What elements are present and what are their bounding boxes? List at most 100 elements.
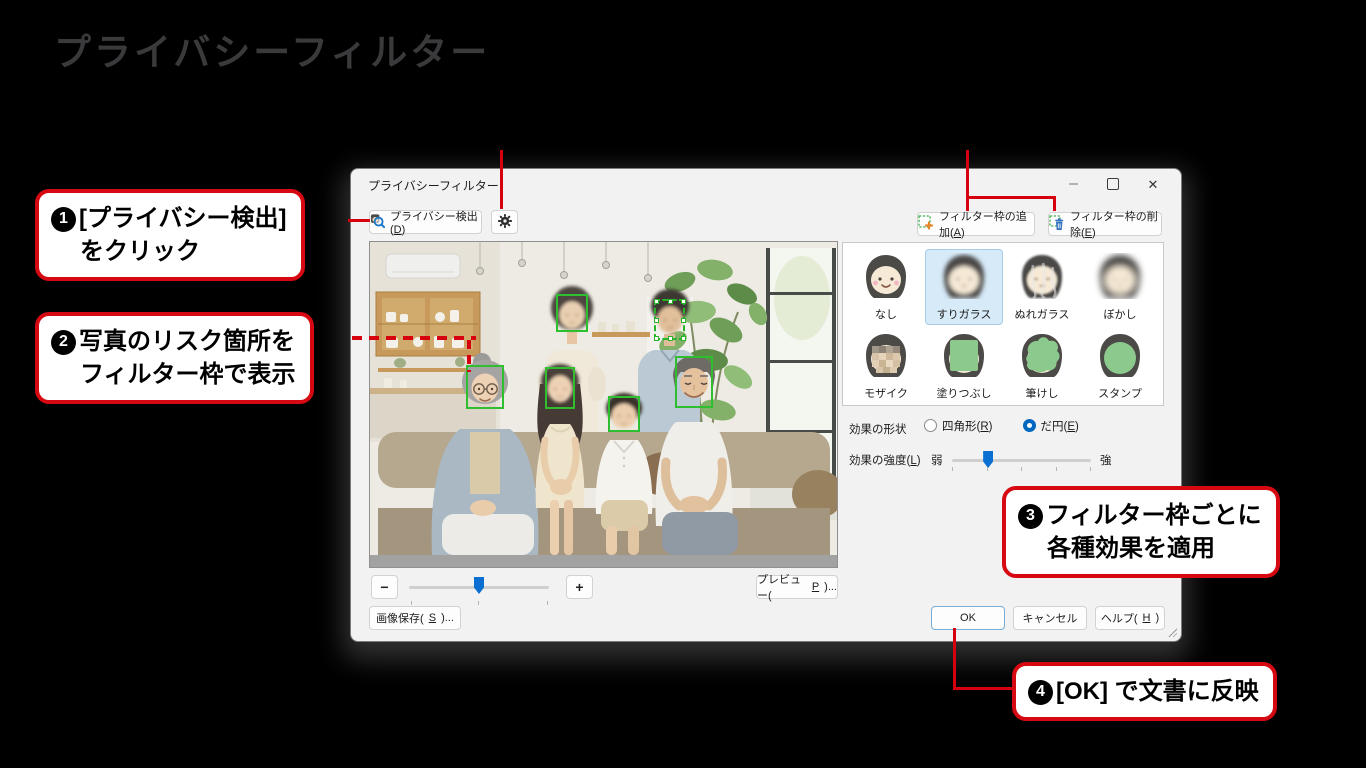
effects-grid: なし すりガラス ぬれガラス ぼかしモザイク 塗りつぶし 筆けし スタンプ: [843, 243, 1163, 404]
step-1-badge: 1: [51, 207, 76, 232]
annotation-line-detect: [348, 219, 370, 222]
frame-handle[interactable]: [668, 336, 673, 341]
step-3-badge: 3: [1018, 504, 1043, 529]
step-2-badge: 2: [51, 330, 76, 355]
add-frame-icon: [918, 215, 934, 234]
settings-button[interactable]: [491, 210, 518, 234]
effect-item-label: なし: [875, 306, 897, 322]
trash-icon: [1049, 215, 1065, 234]
ok-button[interactable]: OK: [931, 606, 1005, 630]
frame-handle[interactable]: [681, 336, 686, 341]
face-magnifier-icon: [370, 213, 385, 231]
effect-item-label: すりガラス: [937, 306, 992, 322]
face-brush-icon: [1015, 332, 1069, 383]
preview-button[interactable]: プレビュー(P)...: [756, 575, 838, 599]
effect-item-label: モザイク: [864, 385, 908, 401]
add-filter-frame-label: フィルター枠の追加(A): [939, 208, 1034, 240]
annotation-line-ok-h: [953, 687, 1015, 690]
filter-frame-selected[interactable]: [654, 299, 685, 340]
effects-panel: なし すりガラス ぬれガラス ぼかしモザイク 塗りつぶし 筆けし スタンプ: [842, 242, 1164, 406]
frame-handle[interactable]: [668, 299, 673, 304]
zoom-out-button[interactable]: −: [371, 575, 398, 599]
frame-handle[interactable]: [681, 318, 686, 323]
privacy-detect-button[interactable]: プライバシー検出(D): [369, 210, 482, 234]
save-image-button[interactable]: 画像保存(S)...: [369, 606, 461, 630]
add-filter-frame-button[interactable]: フィルター枠の追加(A): [917, 212, 1035, 236]
page-title: プライバシーフィルター: [54, 22, 490, 76]
maximize-button[interactable]: [1093, 169, 1133, 199]
cancel-button[interactable]: キャンセル: [1013, 606, 1087, 630]
callout-step-1: 1[プライバシー検出] をクリック: [35, 189, 305, 281]
frame-handle[interactable]: [654, 318, 659, 323]
annotation-line-branch: [966, 196, 1056, 199]
annotation-line-remove: [1053, 196, 1056, 211]
shape-options: 四角形(R) だ円(E): [924, 418, 1079, 434]
effect-item-none[interactable]: なし: [847, 249, 925, 325]
face-fill-icon: [937, 332, 991, 383]
step-4-badge: 4: [1028, 680, 1053, 705]
effect-item-label: ぼかし: [1104, 306, 1137, 322]
filter-frame[interactable]: [466, 365, 504, 409]
frame-handle[interactable]: [654, 299, 659, 304]
effect-item-label: 筆けし: [1026, 385, 1059, 401]
shape-option-0[interactable]: 四角形(R): [924, 418, 993, 434]
close-icon: ✕: [1148, 178, 1159, 191]
effect-item-label: ぬれガラス: [1015, 306, 1070, 322]
effect-item-fill[interactable]: 塗りつぶし: [925, 328, 1003, 404]
tutorial-page: プライバシーフィルター プライバシーフィルター ✕ プライバシー検出(D) フィ…: [0, 0, 1366, 768]
filter-frame[interactable]: [556, 294, 588, 332]
face-blur-icon: [1093, 253, 1147, 304]
filter-frame[interactable]: [608, 396, 640, 432]
strength-label: 効果の強度(L): [849, 452, 921, 468]
close-button[interactable]: ✕: [1133, 169, 1173, 199]
callout-step-4: 4[OK] で文書に反映: [1012, 662, 1277, 721]
annotation-line-add: [966, 150, 969, 211]
zoom-in-button[interactable]: +: [566, 575, 593, 599]
annotation-line-ok-v: [953, 628, 956, 690]
dialog-titlebar[interactable]: プライバシーフィルター ✕: [351, 169, 1181, 199]
filter-frame[interactable]: [675, 356, 713, 408]
face-mosaic-icon: [859, 332, 913, 383]
strength-min-label: 弱: [931, 452, 943, 468]
minimize-button[interactable]: [1053, 169, 1093, 199]
zoom-slider-thumb[interactable]: [474, 577, 484, 594]
minimize-icon: [1069, 183, 1078, 185]
effect-item-wet[interactable]: ぬれガラス: [1003, 249, 1081, 325]
face-plain-icon: [859, 253, 913, 304]
remove-filter-frame-label: フィルター枠の削除(E): [1070, 208, 1161, 240]
effect-item-mosaic[interactable]: モザイク: [847, 328, 925, 404]
strength-max-label: 強: [1100, 452, 1112, 468]
strength-slider-track[interactable]: [952, 459, 1091, 462]
frame-handle[interactable]: [654, 336, 659, 341]
face-frosted-icon: [937, 253, 991, 304]
maximize-icon: [1107, 178, 1119, 190]
annotation-line-gear: [500, 150, 503, 209]
shape-option-1[interactable]: だ円(E): [1023, 418, 1079, 434]
effect-item-frost[interactable]: すりガラス: [925, 249, 1003, 325]
remove-filter-frame-button[interactable]: フィルター枠の削除(E): [1048, 212, 1162, 236]
effect-item-brush[interactable]: 筆けし: [1003, 328, 1081, 404]
dialog-title: プライバシーフィルター: [368, 177, 499, 194]
face-wetglass-icon: [1015, 253, 1069, 304]
callout-step-3: 3フィルター枠ごとに 各種効果を適用: [1002, 486, 1280, 578]
face-stamp-icon: [1093, 332, 1147, 383]
help-button[interactable]: ヘルプ(H): [1095, 606, 1165, 630]
effect-item-label: スタンプ: [1098, 385, 1142, 401]
strength-slider-thumb[interactable]: [983, 451, 993, 468]
effect-item-blur[interactable]: ぼかし: [1081, 249, 1159, 325]
resize-grip[interactable]: [1167, 627, 1177, 637]
privacy-detect-label: プライバシー検出(D): [390, 208, 481, 236]
callout-step-2: 2写真のリスク箇所を フィルター枠で表示: [35, 312, 314, 404]
effect-item-label: 塗りつぶし: [936, 385, 991, 401]
radio-selected-icon[interactable]: [1023, 419, 1036, 432]
filter-frame[interactable]: [545, 367, 575, 409]
annotation-dashed-line-h: [352, 336, 476, 340]
shape-label: 効果の形状: [849, 421, 907, 437]
filter-frames-layer: [370, 242, 837, 555]
frame-handle[interactable]: [681, 299, 686, 304]
gear-icon: [498, 214, 512, 231]
radio-icon[interactable]: [924, 419, 937, 432]
annotation-dashed-line-v: [467, 340, 471, 372]
photo-preview-canvas[interactable]: [369, 241, 838, 568]
effect-item-stamp[interactable]: スタンプ: [1081, 328, 1159, 404]
